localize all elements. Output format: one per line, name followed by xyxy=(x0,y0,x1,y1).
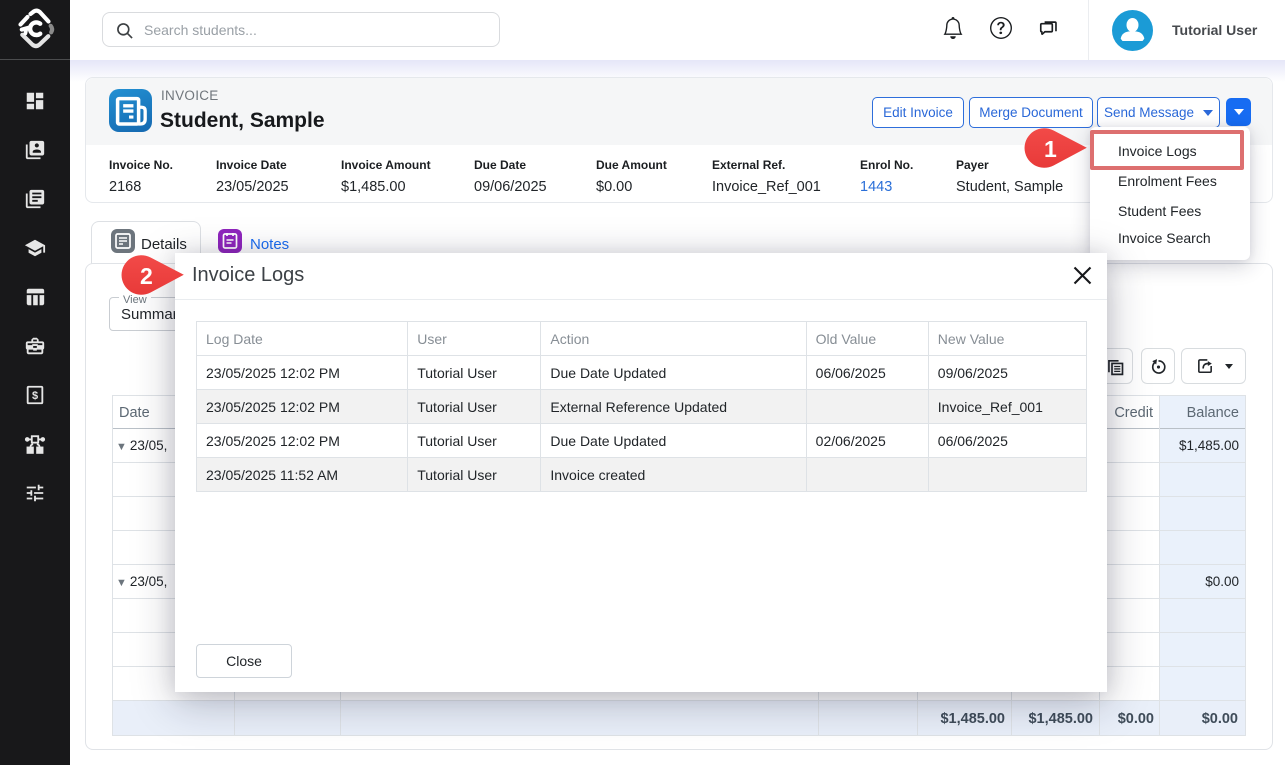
svg-text:$: $ xyxy=(32,390,38,402)
